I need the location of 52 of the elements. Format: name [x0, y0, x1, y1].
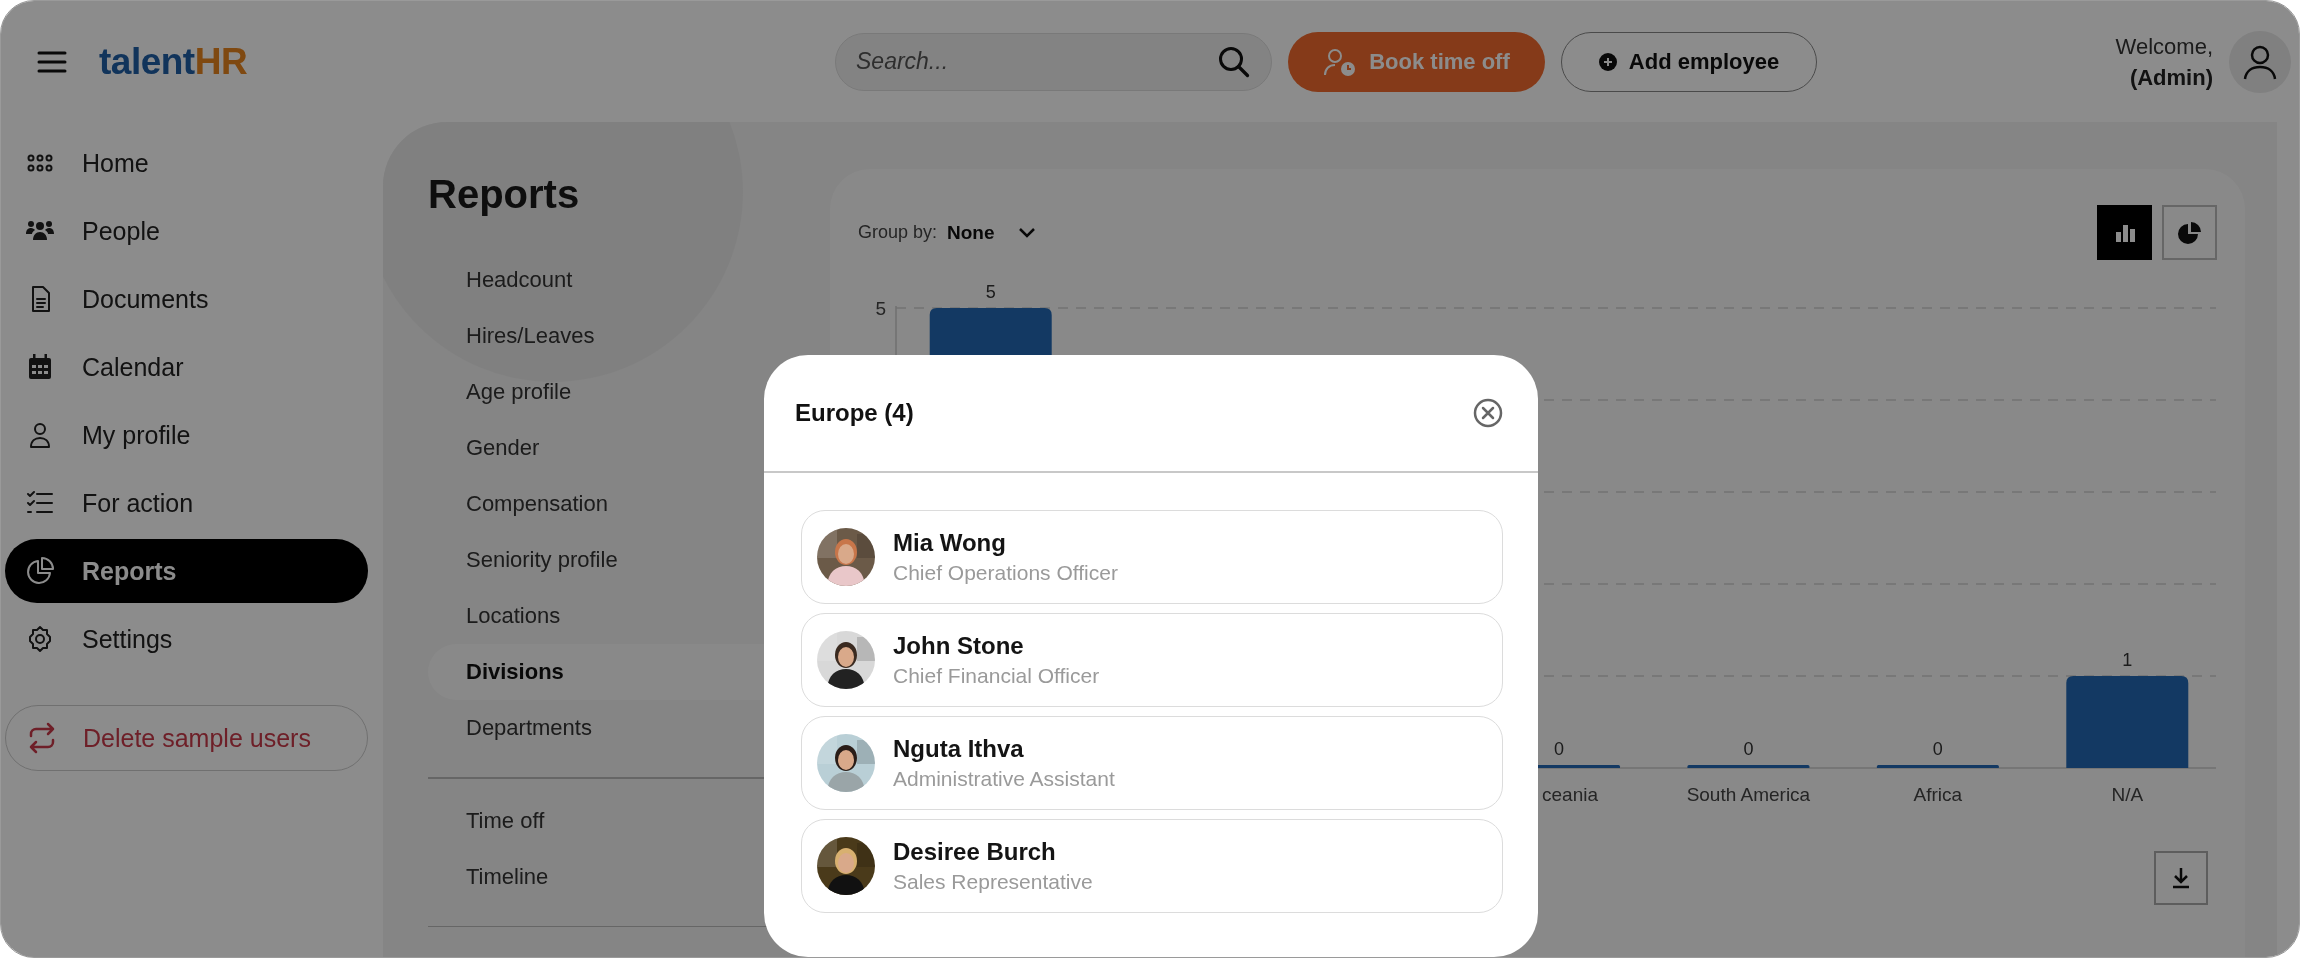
axis-label: ceania	[1542, 784, 1598, 805]
bar-chart-button[interactable]	[2097, 205, 2152, 260]
value-label: 0	[1932, 739, 1943, 759]
search-field[interactable]: Search...	[835, 32, 1272, 91]
chevron-down-icon	[1016, 225, 1037, 240]
menu-icon[interactable]	[37, 49, 67, 74]
delete-sample-users-button[interactable]: Delete sample users	[5, 705, 368, 771]
person-role: Sales Representative	[893, 869, 1093, 894]
download-button[interactable]	[2154, 851, 2208, 905]
person-name: Mia Wong	[893, 528, 1007, 557]
person-card[interactable]: Nguta Ithva Administrative Assistant	[801, 715, 1503, 810]
menu-item[interactable]: Hires/Leaves	[428, 308, 830, 364]
menu-item[interactable]: Headcount	[428, 252, 830, 308]
sidebar-item[interactable]: Reports	[5, 539, 368, 603]
person-card[interactable]: Desiree Burch Sales Representative	[801, 818, 1503, 913]
sidebar-item[interactable]: Calendar	[5, 333, 368, 401]
page-title: Reports	[428, 171, 581, 218]
axis-label: South America	[1686, 784, 1811, 805]
value-label: 0	[1743, 739, 1754, 759]
user-role: (Admin)	[2129, 63, 2213, 92]
sidebar-item[interactable]: Settings	[5, 605, 368, 673]
pie-chart-button[interactable]	[2162, 205, 2217, 260]
person-card[interactable]: Mia Wong Chief Operations Officer	[801, 509, 1503, 604]
sidebar-item[interactable]: My profile	[5, 401, 368, 469]
sidebar-item[interactable]: For action	[5, 469, 368, 537]
sidebar-item[interactable]: People	[5, 197, 368, 265]
close-icon[interactable]	[1472, 397, 1504, 429]
logo: talentHR	[99, 40, 248, 83]
value-label: 5	[985, 282, 996, 302]
plus-circle-icon	[1598, 52, 1617, 71]
axis-label: N/A	[2111, 784, 2144, 805]
add-employee-button[interactable]: Add employee	[1561, 31, 1817, 92]
sidebar-item[interactable]: Home	[5, 129, 368, 197]
axis-label: Africa	[1913, 784, 1963, 805]
person-name: Nguta Ithva	[893, 734, 1025, 763]
pie-chart-icon	[2176, 219, 2203, 246]
person-role: Administrative Assistant	[893, 766, 1115, 791]
dialog-title: Europe (4)	[795, 399, 914, 427]
pie-chart-icon	[25, 556, 55, 586]
person-role: Chief Operations Officer	[893, 560, 1118, 585]
group-by-dropdown[interactable]: None	[947, 221, 1037, 244]
person-card[interactable]: John Stone Chief Financial Officer	[801, 612, 1503, 707]
welcome-text: Welcome,	[2115, 32, 2213, 61]
sidebar-item[interactable]: Documents	[5, 265, 368, 333]
person-role: Chief Financial Officer	[893, 663, 1100, 688]
person-name: Desiree Burch	[893, 837, 1057, 866]
group-by-label: Group by:	[858, 222, 938, 243]
value-label: 0	[1554, 739, 1564, 759]
person-name: John Stone	[893, 631, 1025, 660]
person-clock-icon	[1323, 46, 1358, 77]
value-label: 1	[2122, 650, 2133, 670]
tick-label: 5	[875, 298, 886, 319]
